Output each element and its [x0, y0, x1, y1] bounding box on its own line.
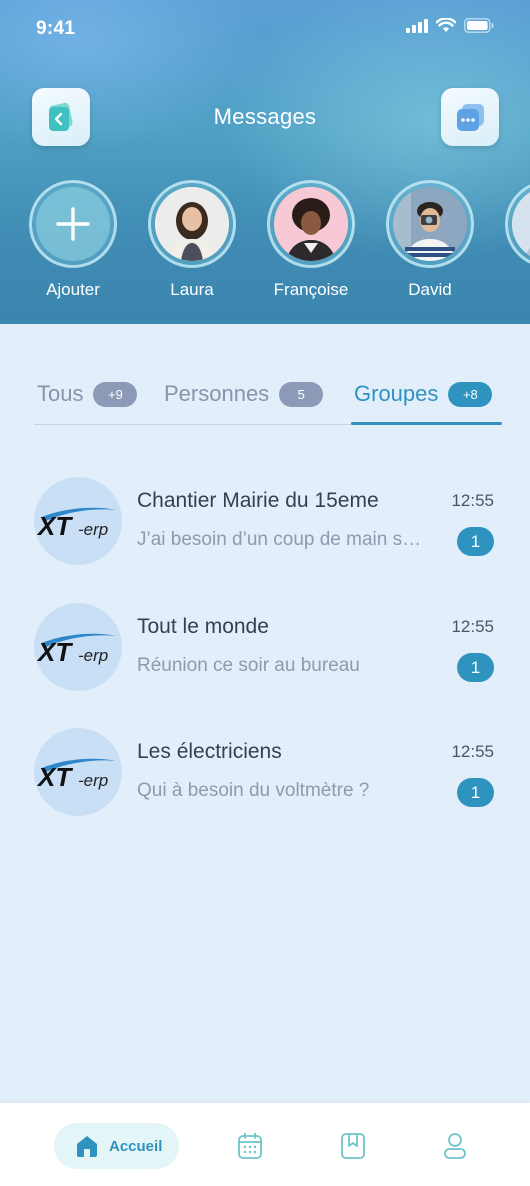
nav-bookmark-button[interactable]: [338, 1131, 368, 1161]
svg-text:XT: XT: [36, 637, 73, 667]
unread-badge: 1: [457, 527, 494, 556]
svg-text:XT: XT: [36, 511, 73, 541]
tab-personnes[interactable]: Personnes 5: [164, 380, 324, 408]
group-avatar: XT -erp: [34, 603, 122, 691]
home-icon: [77, 1136, 97, 1157]
bookmark-icon: [341, 1133, 365, 1159]
story-add[interactable]: Ajouter: [18, 180, 128, 300]
nav-home-label: Accueil: [109, 1137, 163, 1155]
nav-calendar-button[interactable]: [235, 1131, 265, 1161]
status-icons: [406, 18, 494, 33]
filter-tabs: Tous +9 Personnes 5 Groupes +8: [34, 372, 502, 426]
group-avatar: XT -erp: [34, 477, 122, 565]
story-partial[interactable]: D: [494, 180, 530, 300]
conversation-name: Les électriciens: [137, 740, 282, 763]
xt-erp-logo: XT -erp: [36, 758, 116, 792]
svg-text:XT: XT: [36, 762, 73, 792]
story-label: Laura: [170, 280, 214, 299]
active-tab-indicator: [351, 422, 502, 425]
person-photo-icon: [512, 187, 530, 261]
stories-row: Ajouter Laura Françoise David: [0, 180, 530, 310]
plus-icon: [56, 207, 90, 241]
add-story-ring: [29, 180, 117, 268]
story-david[interactable]: David: [375, 180, 485, 300]
bottom-navigation: Accueil: [0, 1103, 530, 1186]
person-photo-icon: [155, 187, 229, 261]
avatar: [393, 187, 467, 261]
conversation-time: 12:55: [451, 742, 494, 761]
more-icon: [457, 104, 484, 131]
xt-erp-logo: XT -erp: [36, 507, 116, 541]
conversation-name: Tout le monde: [137, 615, 269, 638]
svg-text:-erp: -erp: [78, 646, 108, 665]
conversation-preview: Réunion ce soir au bureau: [137, 655, 360, 676]
story-label: Ajouter: [46, 280, 100, 299]
conversation-item[interactable]: XT -erp Tout le monde 12:55 Réunion ce s…: [34, 603, 496, 693]
nav-home-button[interactable]: Accueil: [54, 1123, 179, 1169]
person-photo-icon: [393, 187, 467, 261]
svg-text:-erp: -erp: [78, 520, 108, 539]
group-avatar: XT -erp: [34, 728, 122, 816]
conversation-item[interactable]: XT -erp Les électriciens 12:55 Qui à bes…: [34, 728, 496, 818]
story-francoise[interactable]: Françoise: [256, 180, 366, 300]
tab-groupes[interactable]: Groupes +8: [354, 380, 493, 408]
conversation-time: 12:55: [451, 491, 494, 510]
status-bar: 9:41: [0, 0, 530, 56]
tab-count-badge: +9: [93, 381, 138, 407]
more-options-button[interactable]: [441, 88, 499, 146]
xt-erp-logo: XT -erp: [36, 633, 116, 667]
story-label: Françoise: [273, 280, 349, 299]
tab-count-badge: +8: [448, 381, 493, 407]
svg-text:-erp: -erp: [78, 771, 108, 790]
avatar: [155, 187, 229, 261]
unread-badge: 1: [457, 778, 494, 807]
tab-label: Personnes: [164, 381, 270, 406]
tab-label: Tous: [37, 381, 84, 406]
conversation-name: Chantier Mairie du 15eme: [137, 489, 379, 512]
conversation-preview: Qui à besoin du voltmètre ?: [137, 780, 370, 801]
conversation-preview: J’ai besoin d’un coup de main s…: [137, 529, 422, 550]
nav-profile-button[interactable]: [440, 1131, 470, 1161]
signal-icon: [406, 18, 428, 33]
tab-label: Groupes: [354, 381, 439, 406]
calendar-icon: [238, 1132, 262, 1159]
unread-badge: 1: [457, 653, 494, 682]
conversation-item[interactable]: XT -erp Chantier Mairie du 15eme 12:55 J…: [34, 477, 496, 567]
tab-tous[interactable]: Tous +9: [37, 380, 138, 408]
tab-count-badge: 5: [279, 381, 324, 407]
profile-icon: [444, 1133, 466, 1159]
avatar: [274, 187, 348, 261]
conversation-time: 12:55: [451, 617, 494, 636]
wifi-icon: [436, 18, 456, 32]
story-laura[interactable]: Laura: [137, 180, 247, 300]
story-label: David: [408, 280, 452, 299]
status-time: 9:41: [36, 18, 76, 39]
person-photo-icon: [274, 187, 348, 261]
header: 9:41 Messages Ajouter Laura Françoise Da…: [0, 0, 530, 324]
battery-icon: [464, 18, 494, 33]
story-label: D: [494, 280, 530, 300]
avatar: [512, 187, 530, 261]
